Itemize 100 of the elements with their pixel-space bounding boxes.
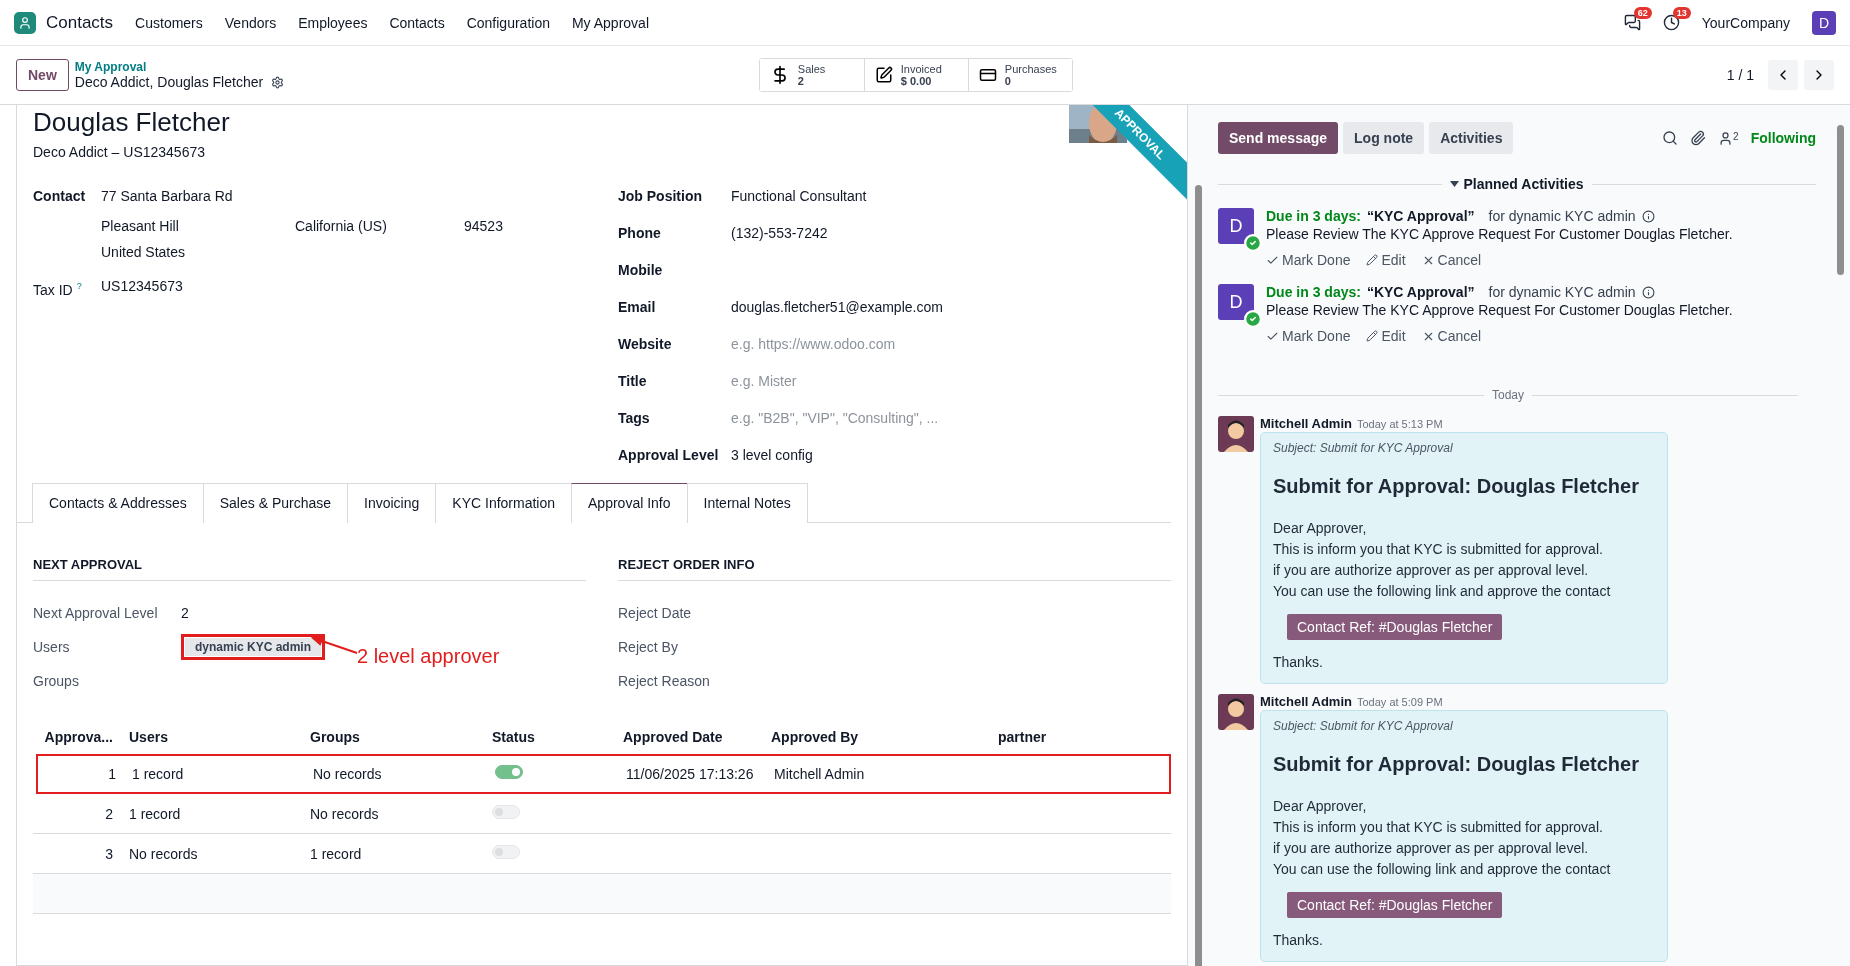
avatar: D: [1218, 208, 1254, 244]
table-cell-text: 1 record: [309, 845, 363, 862]
field-label: Contact: [33, 187, 87, 206]
following-button[interactable]: Following: [1750, 130, 1816, 146]
avatar-icon: [1218, 416, 1254, 452]
messages-icon[interactable]: [1623, 14, 1641, 31]
field-label: Website: [618, 335, 673, 354]
activity-action[interactable]: Cancel: [1421, 328, 1482, 344]
field-value[interactable]: douglas.fletcher51@example.com: [731, 297, 943, 317]
due-label: Due in 3 days:: [1266, 208, 1361, 224]
stat-button[interactable]: Purchases 0: [967, 59, 1072, 91]
field-label: Reject Reason: [618, 673, 711, 689]
section-heading: NEXT APPROVAL: [33, 557, 586, 581]
message-line: Dear Approver,: [1273, 797, 1368, 816]
state-value[interactable]: California (US): [295, 216, 464, 236]
country-value[interactable]: United States: [101, 242, 618, 262]
edit-icon: [874, 66, 893, 84]
caret-icon: [1450, 181, 1460, 187]
field-label: Email: [618, 298, 657, 317]
previous-button[interactable]: [1768, 60, 1798, 90]
field-label: Users: [33, 639, 71, 655]
scrollbar[interactable]: [1194, 185, 1202, 966]
table-cell-text: 1: [107, 765, 117, 782]
settings-icon[interactable]: [271, 75, 285, 89]
field-label: Next Approval Level: [33, 605, 159, 621]
menu-item[interactable]: Vendors: [224, 14, 277, 31]
author-name[interactable]: Mitchell Admin: [1260, 694, 1352, 709]
scrollbar[interactable]: [1836, 125, 1844, 275]
info-icon[interactable]: [1641, 209, 1655, 223]
credit-card-icon: [978, 66, 997, 84]
street-value[interactable]: 77 Santa Barbara Rd: [101, 186, 618, 206]
pager-value: 1 / 1: [1726, 67, 1754, 83]
app-name[interactable]: Contacts: [46, 12, 114, 33]
message-line: You can use the following link and approve the contact: [1273, 582, 1612, 601]
field-label: Phone: [618, 224, 662, 243]
menu-item[interactable]: Customers: [135, 14, 203, 31]
contact-link[interactable]: Contact Ref: #Douglas Fletcher: [1287, 892, 1503, 918]
field-label: Job Position: [618, 187, 703, 206]
company-name[interactable]: YourCompany: [1701, 14, 1790, 31]
table-cell-text: No records: [312, 765, 383, 782]
column-header[interactable]: Approva...: [33, 729, 121, 745]
chatter-button[interactable]: Activities: [1429, 122, 1514, 154]
clock-icon[interactable]: [1662, 14, 1680, 31]
count-badge: 62: [1633, 7, 1652, 19]
field-value[interactable]: Functional Consultant: [731, 186, 943, 206]
activity-action[interactable]: Cancel: [1421, 252, 1482, 268]
column-header[interactable]: Approved Date: [615, 729, 763, 745]
tab[interactable]: Approval Info: [571, 483, 688, 523]
paperclip-icon[interactable]: [1690, 130, 1707, 146]
followers-button[interactable]: 2: [1718, 130, 1739, 146]
table-cell-text: No records: [309, 805, 380, 822]
city-value[interactable]: Pleasant Hill: [101, 216, 295, 236]
tab[interactable]: KYC Information: [435, 483, 573, 523]
menu-item[interactable]: My Approval: [571, 14, 649, 31]
menu-item[interactable]: Employees: [298, 14, 368, 31]
field-value[interactable]: 3 level config: [731, 445, 943, 465]
author-name[interactable]: Mitchell Admin: [1260, 416, 1352, 431]
tax-id-value[interactable]: US12345673: [101, 276, 618, 300]
activity-action[interactable]: Edit: [1366, 252, 1406, 268]
chatter-button[interactable]: Send message: [1218, 122, 1339, 154]
activity-action[interactable]: Edit: [1366, 328, 1406, 344]
field-label: Groups: [33, 673, 80, 689]
table-cell-text: 1 record: [128, 805, 182, 822]
message-line: This is inform you that KYC is submitted for approval.: [1273, 818, 1604, 837]
field-value[interactable]: 2: [181, 603, 189, 623]
column-header[interactable]: partner: [990, 729, 1171, 745]
column-header[interactable]: Approved By: [763, 729, 990, 745]
column-header[interactable]: Status: [484, 729, 615, 745]
field-value[interactable]: (132)-553-7242: [731, 223, 943, 243]
field-label: Reject Date: [618, 605, 693, 621]
menu-item[interactable]: Configuration: [466, 14, 550, 31]
app-icon[interactable]: [14, 11, 36, 34]
tab[interactable]: Internal Notes: [686, 483, 808, 523]
tab[interactable]: Invoicing: [347, 483, 437, 523]
user-avatar[interactable]: D: [1812, 10, 1836, 35]
user-tag[interactable]: dynamic KYC admin: [185, 638, 322, 656]
tab[interactable]: Contacts & Addresses: [32, 483, 204, 523]
column-header[interactable]: Groups: [302, 729, 484, 745]
annotation-text: 2 level approver: [357, 645, 500, 668]
message-line: if you are authorize approver as per approval level.: [1273, 561, 1590, 580]
contact-subtitle: Deco Addict – US12345673: [33, 144, 205, 160]
contact-link[interactable]: Contact Ref: #Douglas Fletcher: [1287, 614, 1503, 640]
section-heading[interactable]: Planned Activities: [1450, 176, 1584, 192]
zip-value[interactable]: 94523: [464, 216, 618, 236]
tab[interactable]: Sales & Purchase: [202, 483, 349, 523]
activity-action[interactable]: Mark Done: [1266, 252, 1351, 268]
toggle-switch[interactable]: [495, 765, 523, 779]
new-button[interactable]: New: [16, 59, 69, 91]
search-icon[interactable]: [1662, 130, 1679, 146]
breadcrumb-link[interactable]: My Approval: [74, 60, 759, 74]
table-cell-text: Mitchell Admin: [773, 765, 866, 782]
chatter-button[interactable]: Log note: [1343, 122, 1425, 154]
date-separator: Today: [1492, 388, 1524, 402]
activity-action[interactable]: Mark Done: [1266, 328, 1351, 344]
menu-item[interactable]: Contacts: [389, 14, 445, 31]
column-header[interactable]: Users: [121, 729, 302, 745]
info-icon[interactable]: [1641, 285, 1655, 299]
table-cell-text: 2: [104, 805, 114, 822]
field-label: Approval Level: [618, 446, 720, 465]
next-button[interactable]: [1804, 60, 1834, 90]
